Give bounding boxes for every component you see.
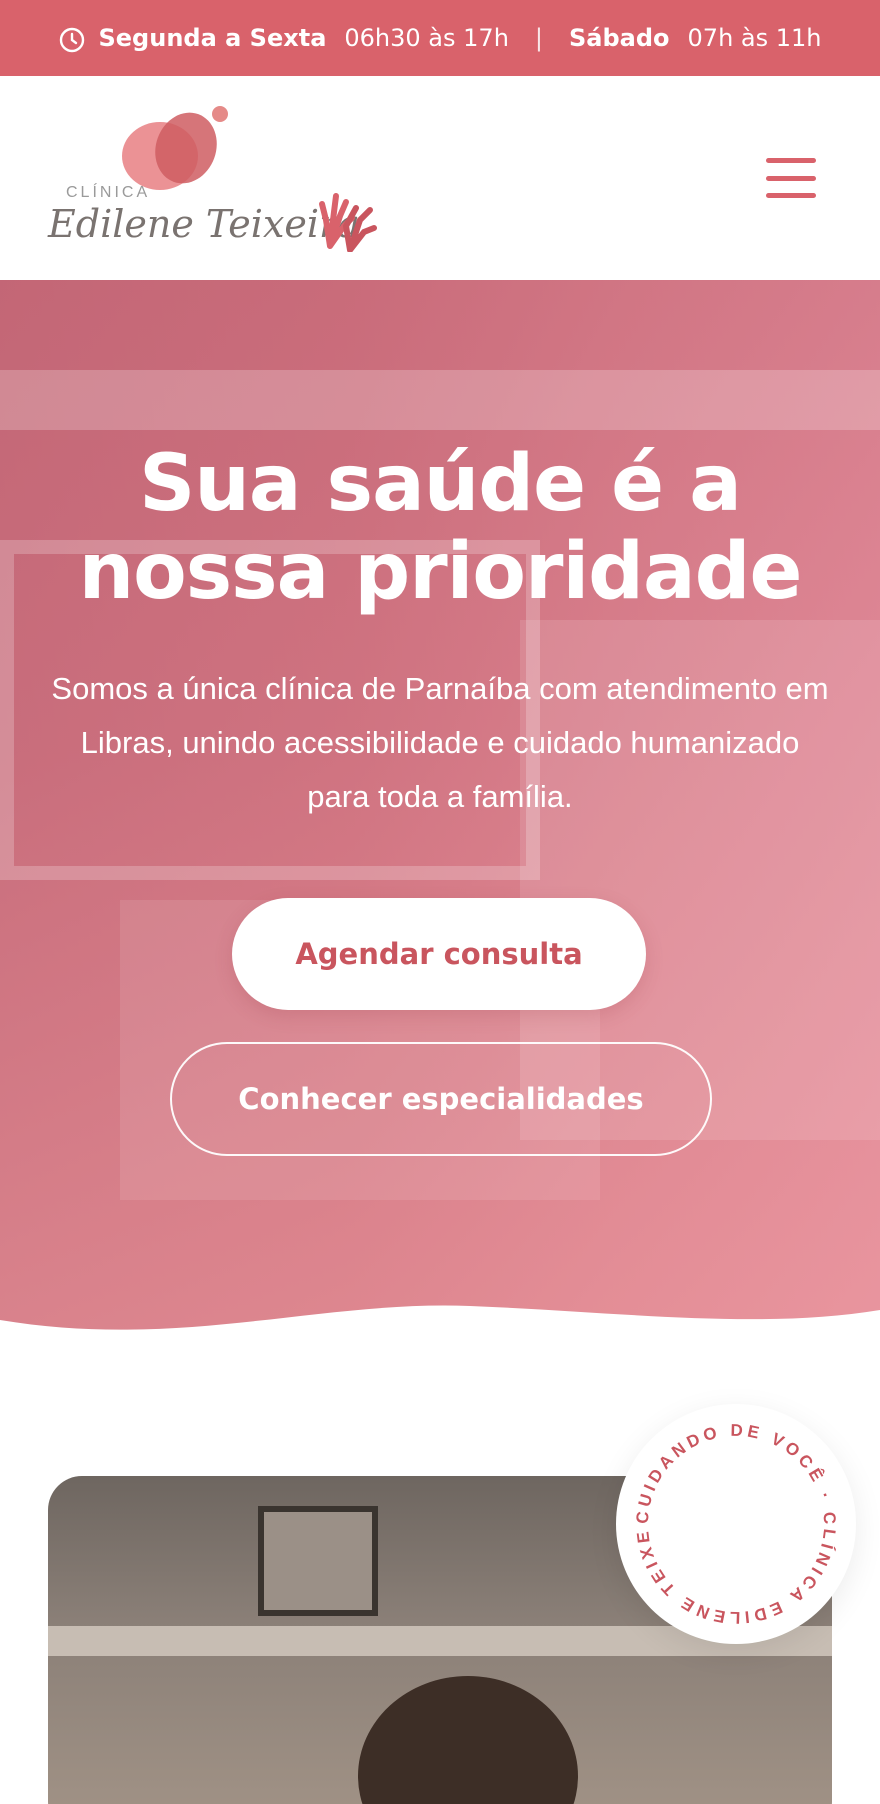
saturday-label: Sábado xyxy=(569,24,670,52)
hero-title-line2: nossa prioridade xyxy=(78,527,803,617)
sign-language-hands-icon xyxy=(319,193,377,252)
hero-title: Sua saúde é a nossa prioridade xyxy=(0,440,880,616)
hero-wave-divider xyxy=(0,1305,880,1340)
hero-title-line1: Sua saúde é a xyxy=(139,439,742,529)
hero-section: Sua saúde é a nossa prioridade Somos a ú… xyxy=(0,280,880,1330)
butterfly-logo-icon xyxy=(122,106,228,190)
circular-brand-badge: CUIDANDO DE VOCÊ · CLÍNICA EDILENE TEIXE… xyxy=(608,1389,856,1644)
hours-separator: | xyxy=(534,24,543,52)
logo-clinica-text: CLÍNICA xyxy=(66,184,151,201)
svg-text:CUIDANDO DE VOCÊ · CLÍNICA EDI: CUIDANDO DE VOCÊ · CLÍNICA EDILENE TEIXE… xyxy=(616,1404,839,1627)
saturday-hours: 07h às 11h xyxy=(687,24,822,52)
circular-text-svg: CUIDANDO DE VOCÊ · CLÍNICA EDILENE TEIXE… xyxy=(608,1389,839,1627)
schedule-appointment-button[interactable]: Agendar consulta xyxy=(232,898,646,1010)
site-header: CLÍNICA Edilene Teixeira xyxy=(0,76,880,280)
weekdays-hours: 06h30 às 17h xyxy=(344,24,509,52)
weekdays-label: Segunda a Sexta xyxy=(98,24,327,52)
wall-frame xyxy=(258,1506,378,1616)
hero-description: Somos a única clínica de Parnaíba com at… xyxy=(51,671,829,814)
hamburger-menu-icon[interactable] xyxy=(766,158,816,198)
clinic-logo[interactable]: CLÍNICA Edilene Teixeira xyxy=(48,104,388,254)
opening-hours-bar: Segunda a Sexta 06h30 às 17h | Sábado 07… xyxy=(0,0,880,76)
view-specialties-button[interactable]: Conhecer especialidades xyxy=(170,1042,712,1156)
clock-icon xyxy=(60,27,85,53)
badge-circular-text: CUIDANDO DE VOCÊ · CLÍNICA EDILENE TEIXE… xyxy=(608,1389,835,1627)
person-hair xyxy=(358,1676,578,1804)
logo-name-text: Edilene Teixeira xyxy=(48,202,360,246)
